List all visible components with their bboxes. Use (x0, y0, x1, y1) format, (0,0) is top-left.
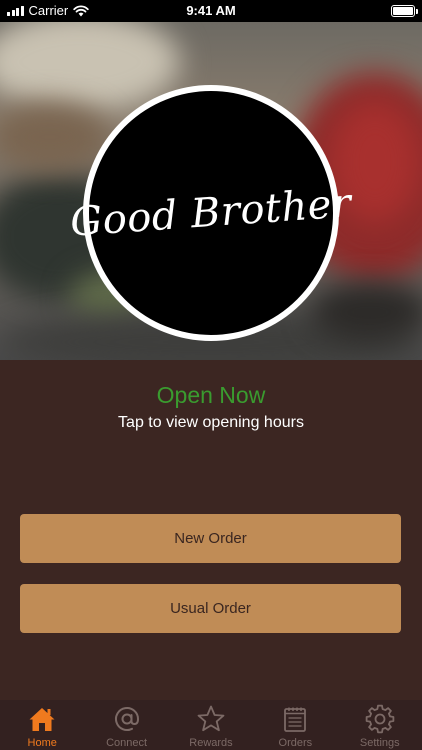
hero-bg-table (310, 282, 422, 342)
tab-settings-label: Settings (359, 737, 400, 749)
notepad-icon (280, 704, 310, 734)
tab-settings[interactable]: Settings (338, 700, 422, 749)
hero-image: Good Brother (0, 22, 422, 360)
status-bar: Carrier 9:41 AM (0, 0, 422, 22)
brand-logo-text: Good Brother (68, 180, 354, 246)
tab-rewards-label: Rewards (189, 737, 233, 749)
gear-icon (365, 704, 395, 734)
star-icon (196, 704, 226, 734)
opening-hours-link[interactable]: Tap to view opening hours (0, 414, 422, 432)
tab-home-label: Home (27, 737, 57, 749)
tab-bar: Home Connect Rewards Orders Settings (0, 700, 422, 750)
at-icon (112, 704, 142, 734)
brand-logo: Good Brother (69, 85, 353, 341)
tab-home[interactable]: Home (0, 700, 84, 749)
tab-orders[interactable]: Orders (253, 700, 337, 749)
status-time: 9:41 AM (186, 3, 236, 18)
app-screen: Carrier 9:41 AM Good Brother Open Now Ta… (0, 0, 422, 750)
new-order-button[interactable]: New Order (20, 514, 401, 563)
tab-orders-label: Orders (278, 737, 313, 749)
tab-connect[interactable]: Connect (85, 700, 169, 749)
open-status[interactable]: Open Now (0, 382, 422, 409)
home-icon (27, 704, 57, 734)
usual-order-button[interactable]: Usual Order (20, 584, 401, 633)
tab-rewards[interactable]: Rewards (169, 700, 253, 749)
battery-icon (391, 5, 418, 17)
tab-connect-label: Connect (106, 737, 148, 749)
